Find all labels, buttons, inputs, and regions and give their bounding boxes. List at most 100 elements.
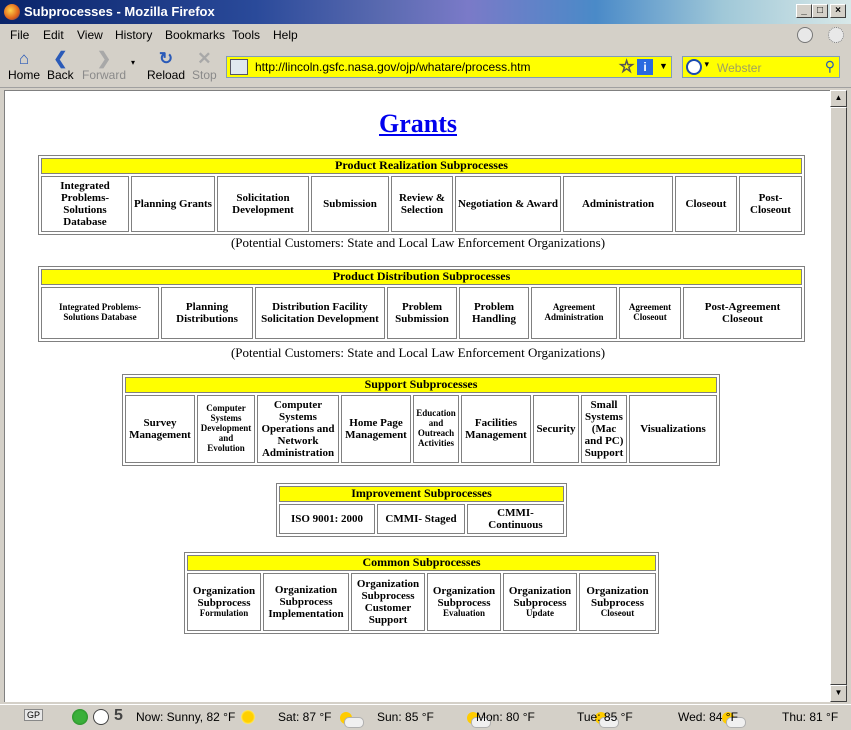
table-cell: Agreement Administration [531,287,617,339]
scroll-up-icon[interactable]: ▲ [830,90,847,107]
table-cell: Problem Handling [459,287,529,339]
search-input[interactable] [717,60,817,75]
vertical-scrollbar[interactable]: ▲ ▼ [830,90,847,702]
menu-help[interactable]: Help [273,28,298,42]
table-cell: Organization Subprocess Implementation [263,573,349,631]
address-bar[interactable]: ☆ i ▼ [226,56,672,78]
table-cell: Review & Selection [391,176,453,232]
x-icon: ✕ [197,49,212,68]
status-bar: GP 5 Now: Sunny, 82 °F Sat: 87 °F Sun: 8… [0,704,851,730]
menu-bookmarks[interactable]: Bookmarks [165,28,225,42]
table-header: Product Distribution Subprocesses [41,269,802,285]
table-header: Improvement Subprocesses [279,486,564,502]
grants-link[interactable]: Grants [379,109,457,138]
table-cell: Solicitation Development [217,176,309,232]
page-content: Grants Product Realization Subprocesses … [4,90,830,702]
partly-cloudy-icon [338,711,364,728]
weather-thu: Thu: 81 °F [782,710,839,724]
back-button[interactable]: ❮ Back [47,49,74,83]
table-cell: ISO 9001: 2000 [279,504,375,534]
search-bar[interactable]: ▾ ⚲ [682,56,840,78]
bookmark-star-icon[interactable]: ☆ [618,57,634,77]
menu-tools[interactable]: Tools [232,28,260,42]
reload-button[interactable]: ↻ Reload [147,50,185,83]
menu-edit[interactable]: Edit [43,28,64,42]
info-icon[interactable]: i [637,59,653,75]
table-cell: Closeout [675,176,737,232]
table-cell: Computer Systems Operations and Network … [257,395,339,463]
firefox-icon [4,4,20,20]
clock-icon[interactable] [93,709,109,725]
arrow-left-icon: ❮ [53,49,68,68]
table-cell: Integrated Problems-Solutions Database [41,176,129,232]
table-cell: Post-Closeout [739,176,802,232]
product-distribution-table: Product Distribution Subprocesses Integr… [38,266,805,342]
page-title: Grants [5,109,830,139]
menu-bar: File Edit View History Bookmarks Tools H… [0,24,851,46]
table-cell: Planning Distributions [161,287,253,339]
common-table: Common Subprocesses Organization Subproc… [184,552,659,634]
forward-button[interactable]: ❯ Forward [82,49,126,83]
menu-file[interactable]: File [10,28,29,42]
table-cell: Distribution Facility Solicitation Devel… [255,287,385,339]
weather-mon: Mon: 80 °F [476,710,535,724]
table-cell: Organization Subprocess Evaluation [427,573,501,631]
weather-now: Now: Sunny, 82 °F [136,710,236,724]
weather-sun: Sun: 85 °F [377,710,434,724]
table-cell: Organization Subprocess Customer Support [351,573,425,631]
close-button[interactable]: × [830,4,846,18]
table-cell: Security [533,395,579,463]
menu-view[interactable]: View [77,28,103,42]
table-header: Support Subprocesses [125,377,717,393]
menu-history[interactable]: History [115,28,152,42]
table-cell: Organization Subprocess Update [503,573,577,631]
table-cell: Administration [563,176,673,232]
table-cell: Negotiation & Award [455,176,561,232]
table-cell: Planning Grants [131,176,215,232]
scroll-down-icon[interactable]: ▼ [830,685,847,702]
home-button[interactable]: ⌂ Home [8,49,40,83]
table-cell: Facilities Management [461,395,531,463]
url-input[interactable] [255,59,615,75]
house-icon: ⌂ [18,49,30,68]
table-cell: Integrated Problems-Solutions Database [41,287,159,339]
customers-note: (Potential Customers: State and Local La… [230,235,606,250]
count-badge: 5 [114,707,123,724]
green-status-icon[interactable] [72,709,88,725]
arrow-right-icon: ❯ [96,49,112,68]
stop-button[interactable]: ✕ Stop [192,49,217,83]
table-cell: Survey Management [125,395,195,463]
minimize-button[interactable]: _ [796,4,812,18]
table-cell: Problem Submission [387,287,457,339]
table-cell: Small Systems (Mac and PC) Support [581,395,627,463]
table-cell: Education and Outreach Activities [413,395,459,463]
site-icon [230,59,248,75]
weather-wed: Wed: 84 °F [678,710,738,724]
weather-tue: Tue: 85 °F [577,710,633,724]
improvement-table: Improvement Subprocesses ISO 9001: 2000 … [276,483,567,537]
table-cell: Visualizations [629,395,717,463]
table-header: Common Subprocesses [187,555,656,571]
table-cell: CMMI- Continuous [467,504,564,534]
customers-note: (Potential Customers: State and Local La… [230,345,606,360]
gp-icon[interactable]: GP [24,709,44,721]
table-cell: Organization Subprocess Closeout [579,573,656,631]
url-dropdown-icon[interactable]: ▼ [659,61,668,71]
table-cell: CMMI- Staged [377,504,465,534]
search-icon[interactable]: ⚲ [825,58,835,75]
maximize-button[interactable]: □ [812,4,828,18]
table-cell: Organization Subprocess Formulation [187,573,261,631]
title-bar: Subprocesses - Mozilla Firefox _ □ × [0,0,851,24]
table-cell: Computer Systems Development and Evoluti… [197,395,255,463]
table-header: Product Realization Subprocesses [41,158,802,174]
search-engine-icon[interactable]: ▾ [686,59,716,75]
window-title: Subprocesses - Mozilla Firefox [24,4,215,19]
table-cell: Post-Agreement Closeout [683,287,802,339]
table-cell: Agreement Closeout [619,287,681,339]
table-cell: Submission [311,176,389,232]
table-cell: Home Page Management [341,395,411,463]
weather-sat: Sat: 87 °F [278,710,332,724]
account-icon[interactable] [797,27,813,43]
history-dropdown[interactable]: ▾ [131,58,135,67]
scroll-thumb[interactable] [830,107,847,685]
